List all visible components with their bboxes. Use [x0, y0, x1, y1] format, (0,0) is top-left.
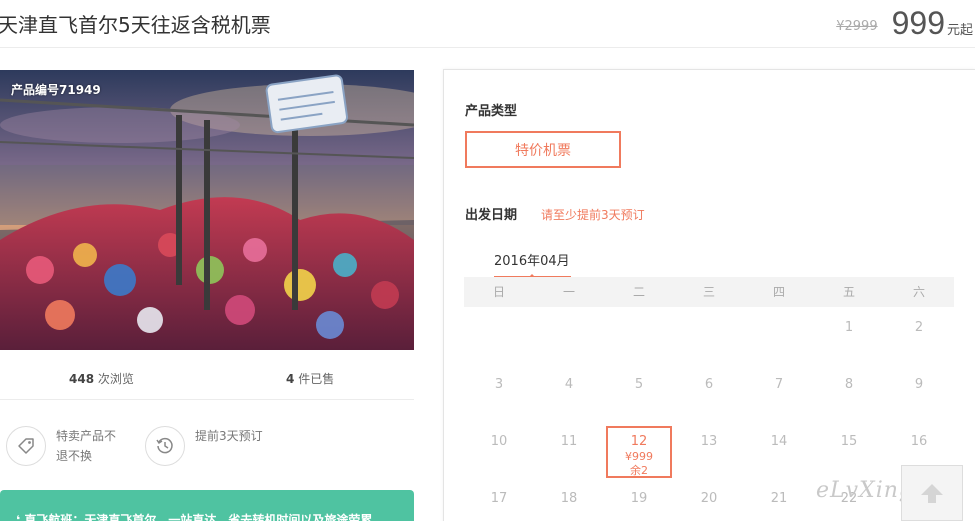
- month-label: 2016年04月: [494, 254, 570, 269]
- calendar-day: [604, 307, 674, 364]
- calendar-day: 9: [884, 364, 954, 421]
- price-box: ¥2999 999 元起: [836, 4, 973, 40]
- day-number: 2: [914, 320, 924, 335]
- calendar-day: [464, 307, 534, 364]
- calendar-week-row: 10 11 12 ¥999 余2 13 14 15 16: [464, 421, 954, 478]
- calendar-day: [674, 307, 744, 364]
- calendar-day: 7: [744, 364, 814, 421]
- feature-text: 提前3天预订: [195, 429, 263, 443]
- feature-advance-booking: 提前3天预订: [145, 426, 265, 466]
- month-tab[interactable]: 2016年04月: [494, 250, 571, 278]
- weekday-header: 日 一 二 三 四 五 六: [464, 277, 954, 307]
- page-header: 天津直飞首尔5天往返含税机票 ¥2999 999 元起: [0, 0, 975, 48]
- day-number: 14: [770, 434, 788, 449]
- product-title: 天津直飞首尔5天往返含税机票: [0, 13, 271, 37]
- current-price: 999: [891, 5, 945, 41]
- views-count: 448: [69, 372, 95, 386]
- weekday-label: 二: [632, 285, 645, 299]
- calendar-day: 11: [534, 421, 604, 478]
- day-number: 9: [914, 377, 924, 392]
- product-type-option[interactable]: 特价机票: [465, 131, 621, 168]
- calendar-day: 8: [814, 364, 884, 421]
- day-number: 18: [560, 491, 578, 506]
- weekday-label: 五: [842, 285, 855, 299]
- calendar-day: 6: [674, 364, 744, 421]
- day-number: 6: [704, 377, 714, 392]
- sold-label: 件已售: [298, 372, 335, 386]
- product-gallery-panel: 产品编号71949 448 次浏览 4 件已售 特卖产品不退不换 提前3天预订 …: [0, 70, 414, 521]
- calendar-day: 2: [884, 307, 954, 364]
- calendar-week-row: 3 4 5 6 7 8 9: [464, 364, 954, 421]
- departure-date-label: 出发日期: [465, 208, 518, 223]
- promo-banner: ❛ 直飞航班：天津直飞首尔，一站直达，省去转机时间以及旅途劳累。: [0, 490, 414, 521]
- price-unit: 元起: [946, 23, 973, 38]
- back-to-top-button[interactable]: [901, 465, 963, 521]
- calendar-day: 15: [814, 421, 884, 478]
- day-number: 11: [560, 434, 578, 449]
- feature-no-refund: 特卖产品不退不换: [6, 426, 126, 466]
- product-stats: 448 次浏览 4 件已售: [0, 350, 414, 400]
- day-number: 3: [494, 377, 504, 392]
- day-number: 8: [844, 377, 854, 392]
- calendar-week-row: 12: [464, 307, 954, 364]
- day-number: 21: [770, 491, 788, 506]
- product-features: 特卖产品不退不换 提前3天预订: [0, 400, 414, 480]
- calendar-day: 13: [674, 421, 744, 478]
- calendar-day-available[interactable]: 12 ¥999 余2: [604, 421, 674, 478]
- day-number: 5: [634, 377, 644, 392]
- product-photo[interactable]: 产品编号71949: [0, 70, 414, 350]
- calendar-day: 5: [604, 364, 674, 421]
- calendar-day: [744, 307, 814, 364]
- day-number: 19: [630, 491, 648, 506]
- calendar-day: 4: [534, 364, 604, 421]
- day-number: 16: [910, 434, 928, 449]
- weekday-label: 四: [772, 285, 785, 299]
- tag-icon: [6, 426, 46, 466]
- weekday-label: 三: [702, 285, 715, 299]
- weekday-label: 六: [912, 285, 925, 299]
- booking-advance-note: 请至少提前3天预订: [541, 208, 645, 222]
- day-number: 1: [844, 320, 854, 335]
- calendar-day: 21: [744, 478, 814, 521]
- day-number: 10: [490, 434, 508, 449]
- seoul-tower-love-locks-image: [0, 70, 414, 350]
- calendar-day: 19: [604, 478, 674, 521]
- views-stat: 448 次浏览: [69, 370, 134, 387]
- feature-text: 特卖产品不退不换: [56, 429, 117, 463]
- weekday-label: 日: [492, 285, 505, 299]
- calendar-day: 1: [814, 307, 884, 364]
- day-number: 15: [840, 434, 858, 449]
- product-type-label: 产品类型: [465, 104, 518, 119]
- weekday-label: 一: [562, 285, 575, 299]
- calendar-day: 17: [464, 478, 534, 521]
- calendar-day: 20: [674, 478, 744, 521]
- day-number: 7: [774, 377, 784, 392]
- sold-stat: 4 件已售: [286, 370, 334, 387]
- selected-day-outline: [606, 426, 672, 478]
- day-number: 13: [700, 434, 718, 449]
- product-number: 产品编号71949: [11, 83, 101, 97]
- day-number: 17: [490, 491, 508, 506]
- calendar-day: 14: [744, 421, 814, 478]
- calendar-day: [534, 307, 604, 364]
- calendar-day: 10: [464, 421, 534, 478]
- sold-count: 4: [286, 372, 295, 386]
- views-label: 次浏览: [97, 372, 134, 386]
- day-number: 4: [564, 377, 574, 392]
- booking-panel: 产品类型 特价机票 出发日期 请至少提前3天预订 2016年04月 日 一 二 …: [443, 69, 975, 521]
- arrow-up-icon: [921, 484, 943, 503]
- calendar-day: 18: [534, 478, 604, 521]
- calendar-day: 3: [464, 364, 534, 421]
- day-number: 20: [700, 491, 718, 506]
- original-price: ¥2999: [836, 19, 878, 34]
- clock-history-icon: [145, 426, 185, 466]
